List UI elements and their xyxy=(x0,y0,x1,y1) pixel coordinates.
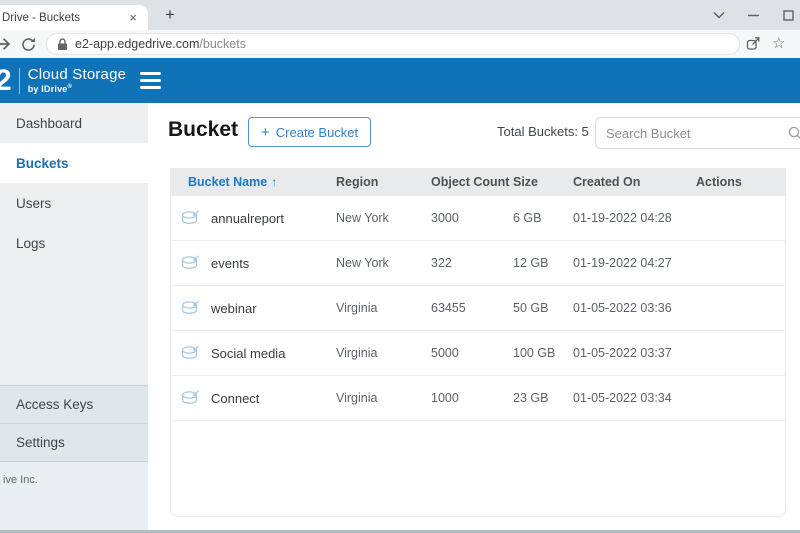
browser-tab-bar: Drive - Buckets × + xyxy=(0,0,800,30)
bucket-object-count: 3000 xyxy=(431,211,513,225)
logo-text: Cloud Storage by IDrive® xyxy=(28,67,127,94)
sidebar-bottom-group: Access Keys Settings xyxy=(0,385,148,462)
table-row[interactable]: events New York 322 12 GB 01-19-2022 04:… xyxy=(171,241,785,286)
table-row[interactable]: webinar Virginia 63455 50 GB 01-05-2022 … xyxy=(171,286,785,331)
app-header: 2 Cloud Storage by IDrive® xyxy=(0,58,800,103)
bucket-icon xyxy=(181,345,211,362)
search-bucket-input[interactable] xyxy=(595,117,800,149)
e2-logo: 2 xyxy=(0,66,12,96)
plus-icon: + xyxy=(261,124,270,141)
sidebar: Dashboard Buckets Users Logs Access Keys… xyxy=(0,103,148,530)
bucket-object-count: 5000 xyxy=(431,346,513,360)
sidebar-footer-text: ive Inc. xyxy=(0,462,148,530)
bucket-region: New York xyxy=(336,211,431,225)
reload-icon[interactable] xyxy=(21,37,36,57)
tab-title: Drive - Buckets xyxy=(2,12,126,24)
bucket-name[interactable]: Connect xyxy=(211,391,336,406)
bucket-object-count: 63455 xyxy=(431,301,513,315)
total-buckets-count: Total Buckets: 5 xyxy=(497,124,589,139)
create-bucket-label: Create Bucket xyxy=(276,125,358,140)
browser-tab[interactable]: Drive - Buckets × xyxy=(0,5,148,30)
sidebar-spacer xyxy=(0,263,148,385)
registered-mark: ® xyxy=(68,84,73,90)
bucket-icon xyxy=(181,210,211,227)
table-row[interactable]: Social media Virginia 5000 100 GB 01-05-… xyxy=(171,331,785,376)
sidebar-item-logs[interactable]: Logs xyxy=(0,223,148,263)
bucket-created-on: 01-05-2022 03:36 xyxy=(573,301,696,315)
bucket-region: Virginia xyxy=(336,346,431,360)
column-header-size: Size xyxy=(513,175,573,189)
column-header-region: Region xyxy=(336,175,431,189)
bucket-region: Virginia xyxy=(336,391,431,405)
bucket-name[interactable]: events xyxy=(211,256,336,271)
bucket-region: Virginia xyxy=(336,301,431,315)
bucket-region: New York xyxy=(336,256,431,270)
lock-icon xyxy=(57,38,68,51)
bucket-size: 12 GB xyxy=(513,256,573,270)
bucket-size: 50 GB xyxy=(513,301,573,315)
page-title: Bucket xyxy=(168,118,238,142)
url-host: e2-app.edgedrive.com xyxy=(75,37,199,51)
bucket-name[interactable]: Social media xyxy=(211,346,336,361)
tab-search-chevron-icon[interactable] xyxy=(713,11,725,19)
sort-ascending-icon: ↑ xyxy=(271,175,277,189)
bucket-object-count: 1000 xyxy=(431,391,513,405)
url-path: /buckets xyxy=(199,37,246,51)
hamburger-menu-icon[interactable] xyxy=(140,72,161,89)
bucket-object-count: 322 xyxy=(431,256,513,270)
column-header-actions: Actions xyxy=(696,175,785,189)
share-icon[interactable] xyxy=(746,36,761,56)
bucket-size: 23 GB xyxy=(513,391,573,405)
bucket-size: 100 GB xyxy=(513,346,573,360)
logo-divider xyxy=(19,68,20,94)
sidebar-item-access-keys[interactable]: Access Keys xyxy=(0,386,148,424)
browser-toolbar: e2-app.edgedrive.com/buckets ☆ xyxy=(0,30,800,58)
bookmark-star-icon[interactable]: ☆ xyxy=(772,34,785,52)
bucket-created-on: 01-05-2022 03:37 xyxy=(573,346,696,360)
column-header-object-count: Object Count xyxy=(431,175,513,189)
table-row[interactable]: annualreport New York 3000 6 GB 01-19-20… xyxy=(171,196,785,241)
buckets-table: Bucket Name↑ Region Object Count Size Cr… xyxy=(170,168,786,517)
sidebar-item-users[interactable]: Users xyxy=(0,183,148,223)
create-bucket-button[interactable]: + Create Bucket xyxy=(248,117,371,147)
sidebar-item-dashboard[interactable]: Dashboard xyxy=(0,103,148,143)
sidebar-item-buckets[interactable]: Buckets xyxy=(0,143,148,183)
search-bucket xyxy=(595,117,800,149)
bucket-created-on: 01-05-2022 03:34 xyxy=(573,391,696,405)
new-tab-button[interactable]: + xyxy=(158,3,182,27)
window-controls xyxy=(713,0,794,30)
main-content: Bucket + Create Bucket Total Buckets: 5 … xyxy=(148,103,800,530)
column-header-created-on: Created On xyxy=(573,175,696,189)
tab-close-icon[interactable]: × xyxy=(126,10,140,25)
bucket-created-on: 01-19-2022 04:27 xyxy=(573,256,696,270)
bucket-name[interactable]: webinar xyxy=(211,301,336,316)
logo-title: Cloud Storage xyxy=(28,67,127,84)
url-text: e2-app.edgedrive.com/buckets xyxy=(75,37,246,51)
bucket-size: 6 GB xyxy=(513,211,573,225)
maximize-icon[interactable] xyxy=(783,10,794,21)
address-bar[interactable]: e2-app.edgedrive.com/buckets xyxy=(46,33,740,55)
bucket-created-on: 01-19-2022 04:28 xyxy=(573,211,696,225)
bucket-icon xyxy=(181,390,211,407)
bucket-name[interactable]: annualreport xyxy=(211,211,336,226)
sidebar-item-settings[interactable]: Settings xyxy=(0,424,148,462)
minimize-icon[interactable] xyxy=(748,9,760,21)
search-icon xyxy=(788,126,800,145)
bucket-icon xyxy=(181,255,211,272)
bucket-icon xyxy=(181,300,211,317)
table-row[interactable]: Connect Virginia 1000 23 GB 01-05-2022 0… xyxy=(171,376,785,421)
table-header-row: Bucket Name↑ Region Object Count Size Cr… xyxy=(171,168,785,196)
logo-subtitle: by IDrive® xyxy=(28,84,127,94)
browser-window: Drive - Buckets × + e2-app.e xyxy=(0,0,800,533)
column-header-bucket-name[interactable]: Bucket Name↑ xyxy=(181,175,336,189)
forward-icon[interactable] xyxy=(0,36,12,57)
